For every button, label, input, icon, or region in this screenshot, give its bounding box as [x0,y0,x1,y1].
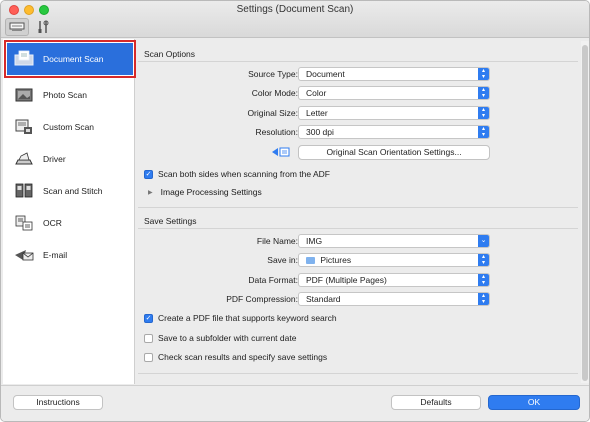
color-mode-select[interactable]: Color ▴ ▾ [298,86,490,100]
up-down-arrow-icon: ▴ ▾ [478,126,489,138]
original-size-label: Original Size: [247,108,298,118]
defaults-button[interactable]: Defaults [391,395,481,410]
sidebar-item-label: Document Scan [43,54,104,64]
tools-icon [38,20,49,33]
scanner-icon [9,22,25,31]
empty-checkbox-icon [144,352,153,362]
sidebar-item-custom-scan[interactable]: Custom Scan [7,111,133,143]
sidebar-item-email[interactable]: E-mail [7,239,133,271]
settings-window: Settings (Document Scan) Document Scan P… [0,0,590,422]
folder-icon [306,257,315,264]
up-down-arrow-icon: ▴ ▾ [478,293,489,305]
image-processing-label: Image Processing Settings [160,187,262,197]
scrollbar-thumb[interactable] [582,45,588,381]
sidebar-item-label: OCR [43,218,62,228]
scan-stitch-icon [13,181,35,201]
subfolder-checkbox[interactable]: Save to a subfolder with current date [144,333,296,343]
disclosure-triangle-icon: ▶ [148,189,153,196]
scan-both-sides-checkbox[interactable]: ✓ Scan both sides when scanning from the… [144,169,330,179]
settings-panel: Scan Options Source Type: Document ▴ ▾ Co… [138,41,581,383]
file-name-combobox[interactable]: IMG ⌄ [298,234,490,248]
resolution-label: Resolution: [255,127,298,137]
color-mode-value: Color [306,88,327,98]
email-icon [13,245,35,265]
photo-scan-icon [13,85,35,105]
sidebar-item-label: E-mail [43,250,68,260]
up-down-arrow-icon: ▴ ▾ [478,274,489,286]
general-settings-tab-button[interactable] [34,18,54,36]
sidebar-item-photo-scan[interactable]: Photo Scan [7,79,133,111]
keyword-search-label: Create a PDF file that supports keyword … [158,313,337,323]
up-down-arrow-icon: ▴ ▾ [478,254,489,266]
driver-icon [13,149,35,169]
titlebar: Settings (Document Scan) [1,1,589,38]
up-down-arrow-icon: ▴ ▾ [478,68,489,80]
resolution-value: 300 dpi [306,127,334,137]
up-down-arrow-icon: ▴ ▾ [478,107,489,119]
checkmark-icon: ✓ [144,313,153,323]
save-in-value: Pictures [320,255,352,265]
sidebar-item-label: Photo Scan [43,90,87,100]
source-type-value: Document [306,69,345,79]
pdf-compression-label: PDF Compression: [226,294,298,304]
sidebar-item-scan-and-stitch[interactable]: Scan and Stitch [7,175,133,207]
instructions-button[interactable]: Instructions [13,395,103,410]
sidebar-item-label: Scan and Stitch [43,186,103,196]
ocr-icon [13,213,35,233]
check-results-label: Check scan results and specify save sett… [158,352,328,362]
subfolder-label: Save to a subfolder with current date [158,333,297,343]
original-size-value: Letter [306,108,328,118]
original-scan-orientation-button[interactable]: Original Scan Orientation Settings... [298,145,490,160]
ok-button[interactable]: OK [488,395,580,410]
scan-tab-button[interactable] [5,18,29,36]
up-down-arrow-icon: ▴ ▾ [478,87,489,99]
chevron-down-icon: ⌄ [478,235,489,247]
custom-scan-icon [13,117,35,137]
scan-both-sides-label: Scan both sides when scanning from the A… [158,169,330,179]
data-format-select[interactable]: PDF (Multiple Pages) ▴ ▾ [298,273,490,287]
data-format-label: Data Format: [248,275,298,285]
source-type-label: Source Type: [248,69,298,79]
empty-checkbox-icon [144,333,153,343]
save-in-label: Save in: [267,255,298,265]
sidebar-item-label: Driver [43,154,66,164]
color-mode-label: Color Mode: [251,88,298,98]
sidebar-item-document-scan[interactable]: Document Scan [4,40,136,78]
save-settings-heading: Save Settings [144,216,197,226]
source-type-select[interactable]: Document ▴ ▾ [298,67,490,81]
sidebar-item-ocr[interactable]: OCR [7,207,133,239]
keyword-search-checkbox[interactable]: ✓ Create a PDF file that supports keywor… [144,313,337,323]
sidebar-item-label: Custom Scan [43,122,95,132]
pdf-compression-value: Standard [306,294,341,304]
section-divider [138,207,578,208]
sidebar-item-driver[interactable]: Driver [7,143,133,175]
pdf-compression-select[interactable]: Standard ▴ ▾ [298,292,490,306]
file-name-value: IMG [306,236,323,246]
data-format-value: PDF (Multiple Pages) [306,275,387,285]
section-divider [138,228,578,229]
scan-options-heading: Scan Options [144,49,196,59]
resolution-select[interactable]: 300 dpi ▴ ▾ [298,125,490,139]
footer-bar: Instructions Defaults OK [1,385,589,421]
orientation-icon [272,146,290,160]
section-divider [138,373,578,374]
scan-mode-sidebar: Document Scan Photo Scan Custom Scan Dri… [3,39,136,384]
original-size-select[interactable]: Letter ▴ ▾ [298,106,490,120]
image-processing-disclosure[interactable]: ▶ Image Processing Settings [148,187,262,197]
save-in-select[interactable]: Pictures ▴ ▾ [298,253,490,267]
section-divider [138,61,578,62]
document-scan-icon [13,49,35,69]
file-name-label: File Name: [256,236,298,246]
window-title: Settings (Document Scan) [236,4,354,15]
checkmark-icon: ✓ [144,169,153,179]
check-results-checkbox[interactable]: Check scan results and specify save sett… [144,352,327,362]
